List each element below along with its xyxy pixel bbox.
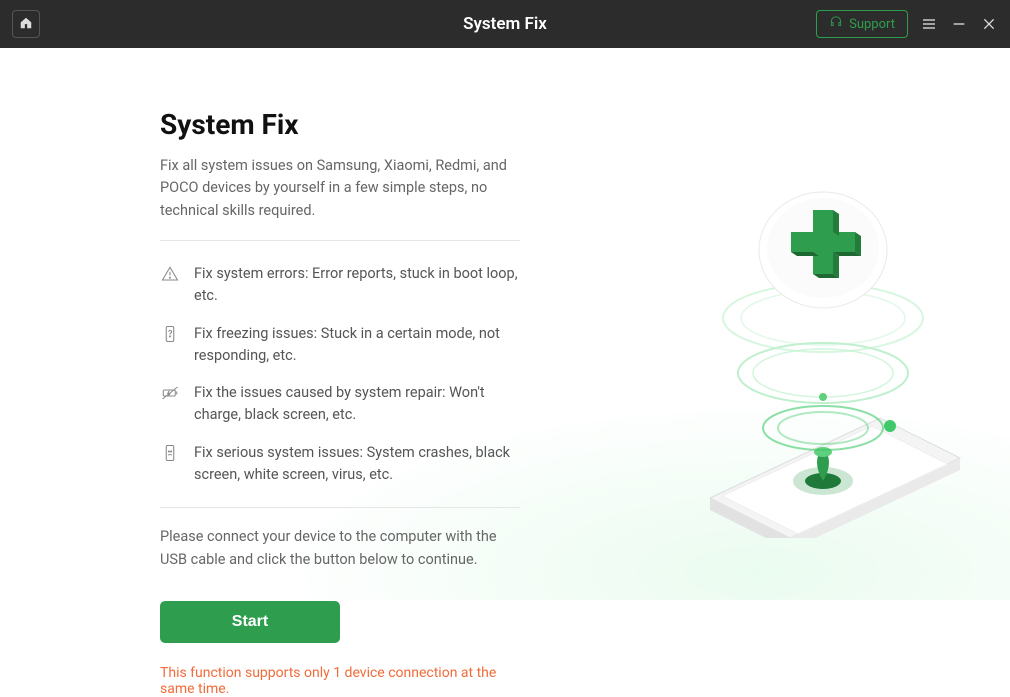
no-charge-icon: [160, 383, 180, 403]
feature-text: Fix serious system issues: System crashe…: [194, 442, 520, 486]
page-description: Fix all system issues on Samsung, Xiaomi…: [160, 155, 520, 222]
feature-list: Fix system errors: Error reports, stuck …: [160, 241, 520, 507]
right-column: [520, 48, 1010, 600]
minimize-button[interactable]: [950, 15, 968, 33]
feature-item: Fix serious system issues: System crashe…: [160, 434, 520, 494]
illustration: [660, 118, 980, 538]
headset-icon: [829, 15, 843, 33]
feature-text: Fix freezing issues: Stuck in a certain …: [194, 323, 520, 367]
page-heading: System Fix: [160, 108, 520, 141]
feature-text: Fix the issues caused by system repair: …: [194, 382, 520, 426]
support-button[interactable]: Support: [816, 10, 908, 38]
start-button[interactable]: Start: [160, 601, 340, 643]
feature-item: Fix the issues caused by system repair: …: [160, 374, 520, 434]
window-controls: [920, 15, 998, 33]
titlebar: System Fix Support: [0, 0, 1010, 48]
instruction-text: Please connect your device to the comput…: [160, 526, 520, 571]
titlebar-right: Support: [816, 10, 998, 38]
feature-item: Fix freezing issues: Stuck in a certain …: [160, 315, 520, 375]
warning-note: This function supports only 1 device con…: [160, 665, 520, 697]
feature-item: Fix system errors: Error reports, stuck …: [160, 255, 520, 315]
main-content: System Fix Fix all system issues on Sams…: [0, 48, 1010, 600]
home-icon: [19, 15, 33, 34]
app-title: System Fix: [463, 14, 547, 34]
warning-triangle-icon: [160, 264, 180, 284]
feature-text: Fix system errors: Error reports, stuck …: [194, 263, 520, 307]
support-label: Support: [849, 17, 895, 32]
close-button[interactable]: [980, 15, 998, 33]
divider: [160, 507, 520, 508]
left-column: System Fix Fix all system issues on Sams…: [0, 48, 520, 600]
menu-button[interactable]: [920, 15, 938, 33]
phone-question-icon: [160, 324, 180, 344]
home-button[interactable]: [12, 10, 40, 38]
phone-dead-icon: [160, 443, 180, 463]
